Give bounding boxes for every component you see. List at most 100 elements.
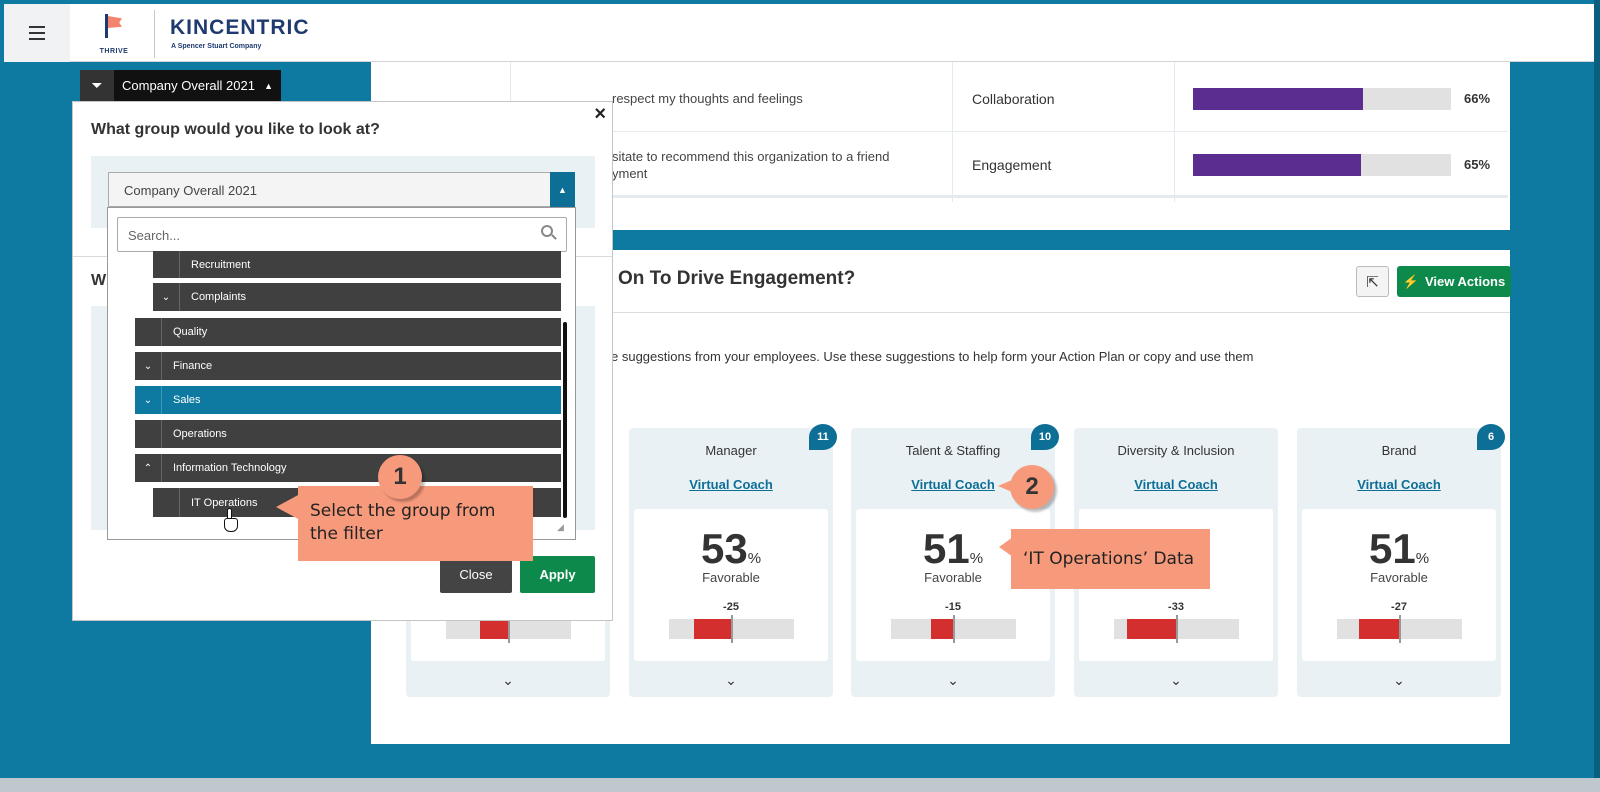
modal-question: What group would you like to look at? (91, 121, 380, 138)
virtual-coach-link[interactable]: Virtual Coach (1297, 477, 1501, 492)
tree-item-finance[interactable]: ⌄ Finance (135, 352, 561, 380)
tree-item-complaints[interactable]: ⌄ Complaints (153, 283, 561, 311)
tree-item-label: Finance (173, 360, 213, 372)
group-select[interactable]: Company Overall 2021 ▲ (108, 172, 575, 207)
caret-up-icon[interactable]: ▲ (550, 172, 575, 207)
bar-midline (1176, 615, 1178, 643)
chevron-down-icon[interactable]: ⌄ (851, 672, 1055, 689)
difference-bar (1337, 615, 1462, 643)
comment-count-badge[interactable]: 6 (1477, 424, 1505, 450)
difference-value: -15 (945, 601, 961, 613)
tree-item-quality[interactable]: Quality (135, 318, 561, 346)
search-input[interactable]: Search... (117, 217, 567, 252)
negative-bar (694, 619, 731, 639)
tree-item-operations[interactable]: Operations (135, 420, 561, 448)
apply-button[interactable]: Apply (520, 556, 595, 593)
group-select-value: Company Overall 2021 (124, 183, 257, 198)
resize-grip-icon[interactable]: ◢ (557, 522, 564, 533)
dimension-label: Engagement (972, 157, 1052, 173)
difference-bar (669, 615, 794, 643)
filter-tab[interactable]: ⏷ Company Overall 2021 ▲ (80, 70, 281, 101)
logo-divider (154, 10, 155, 58)
tree-item-information-technology[interactable]: ⌃ Information Technology (135, 454, 561, 482)
score-bar (1193, 154, 1451, 176)
score-number: 51 (1368, 525, 1416, 572)
card-title: Manager (705, 443, 757, 458)
bar-midline (731, 615, 733, 643)
chevron-down-icon[interactable]: ⌄ (406, 672, 610, 689)
kincentric-logo: KINCENTRIC (170, 16, 310, 39)
score-bar-fill (1193, 88, 1364, 110)
card-score-box: 53% Favorable -25 (634, 509, 828, 661)
close-icon[interactable]: × (594, 103, 606, 126)
item-text: sitate to recommend this organization to… (612, 149, 890, 181)
chevron-down-icon[interactable]: ⌄ (135, 386, 162, 414)
dimension-label: Collaboration (972, 91, 1055, 107)
menu-button[interactable] (4, 4, 70, 62)
tree-item-label: Sales (173, 394, 201, 406)
virtual-coach-link[interactable]: Virtual Coach (629, 477, 833, 492)
dropdown-scrollbar[interactable] (563, 322, 567, 518)
negative-bar (931, 619, 953, 639)
difference-bar (891, 615, 1016, 643)
comment-count-badge[interactable]: 10 (1031, 424, 1059, 450)
score-percent-sign: % (1415, 550, 1430, 567)
card-title: Talent & Staffing (905, 443, 1001, 458)
step-number-2: 2 (1010, 465, 1054, 509)
chevron-down-icon[interactable]: ⌄ (153, 283, 180, 311)
score-bar-fill (1193, 154, 1361, 176)
score-number: 53 (700, 525, 748, 572)
favorable-label: Favorable (1370, 570, 1428, 585)
category-card: Manager Virtual Coach 11 53% Favorable -… (629, 424, 837, 697)
modal-second-heading: W (91, 272, 107, 289)
tree-toggle (135, 420, 162, 448)
bar-midline (953, 615, 955, 643)
card-title: Brand (1381, 443, 1417, 458)
negative-bar (480, 619, 508, 639)
tree-item-sales[interactable]: ⌄ Sales (135, 386, 561, 414)
difference-bar (1114, 615, 1239, 643)
score-percent-sign: % (969, 550, 984, 567)
virtual-coach-link[interactable]: Virtual Coach (1074, 477, 1278, 492)
tree-toggle (135, 318, 162, 346)
flag-icon (105, 14, 122, 38)
difference-value: -33 (1168, 601, 1184, 613)
item-text: respect my thoughts and feelings (612, 91, 803, 106)
score-percent: 65% (1464, 157, 1491, 172)
score-bar (1193, 88, 1451, 110)
callout-step1: Select the group from the filter (298, 486, 533, 561)
lightning-icon: ⚡ (1402, 273, 1419, 289)
negative-bar (1127, 619, 1176, 639)
view-actions-label: View Actions (1424, 274, 1506, 289)
difference-bar (446, 615, 571, 643)
tree-toggle (153, 251, 180, 278)
callout-step2: ‘IT Operations’ Data (1011, 529, 1210, 589)
section-title: On To Drive Engagement? (618, 268, 856, 289)
category-card: Brand Virtual Coach 6 51% Favorable -27 … (1297, 424, 1505, 697)
close-button[interactable]: Close (440, 556, 512, 593)
difference-value: -27 (1391, 601, 1407, 613)
tree-item-label: Recruitment (191, 259, 251, 271)
chevron-down-icon[interactable]: ⌄ (135, 352, 162, 380)
tree-item-recruitment[interactable]: Recruitment (153, 251, 561, 278)
step-number-1: 1 (378, 455, 422, 499)
thrive-logo[interactable]: THRIVE (96, 14, 132, 58)
hamburger-icon (29, 24, 45, 42)
negative-bar (1359, 619, 1399, 639)
comment-count-badge[interactable]: 11 (809, 424, 837, 450)
tree-item-label: Quality (173, 326, 208, 338)
card-title: Diversity & Inclusion (1117, 443, 1235, 458)
callout-pointer (276, 494, 300, 520)
chevron-down-icon[interactable]: ⌄ (1297, 672, 1501, 689)
tree-item-label: IT Operations (191, 496, 258, 509)
frame-edge (1594, 0, 1600, 792)
score-percent-sign: % (747, 550, 762, 567)
thrive-label: THRIVE (99, 48, 129, 55)
top-bar: THRIVE KINCENTRIC A Spencer Stuart Compa… (4, 4, 1594, 62)
chevron-up-icon[interactable]: ⌃ (135, 454, 162, 482)
view-actions-button[interactable]: ⚡ View Actions (1397, 266, 1511, 297)
filter-icon: ⏷ (80, 70, 114, 101)
chevron-down-icon[interactable]: ⌄ (629, 672, 833, 689)
expand-button[interactable]: ⇱ (1356, 266, 1389, 297)
chevron-down-icon[interactable]: ⌄ (1074, 672, 1278, 689)
